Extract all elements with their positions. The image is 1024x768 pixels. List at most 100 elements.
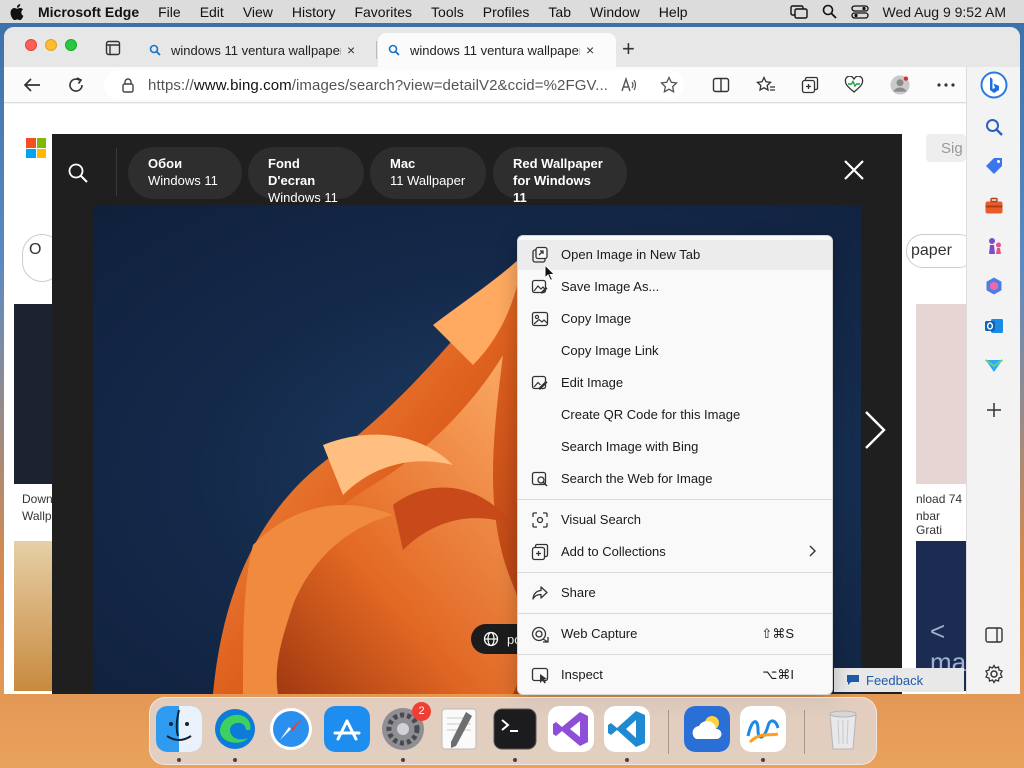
edit-image-icon	[531, 375, 548, 390]
menu-copy-image[interactable]: Copy Image	[518, 304, 832, 334]
lock-icon[interactable]	[122, 77, 134, 93]
add-sidebar-app-icon[interactable]	[984, 400, 1004, 420]
safari-icon[interactable]	[268, 706, 314, 752]
sign-in-button[interactable]: Sig	[926, 134, 966, 162]
feedback-button[interactable]: Feedback	[834, 668, 964, 692]
window-zoom-button[interactable]	[65, 39, 77, 51]
read-aloud-icon	[621, 77, 637, 92]
window-close-button[interactable]	[25, 39, 37, 51]
collections-button[interactable]	[800, 75, 820, 95]
menu-app-name[interactable]: Microsoft Edge	[38, 4, 139, 20]
vscode-icon[interactable]	[604, 706, 650, 752]
favorites-button[interactable]	[756, 75, 776, 95]
menu-save-image-as[interactable]: Save Image As...	[518, 272, 832, 302]
result-caption[interactable]: nbar Grati	[916, 509, 966, 537]
tools-briefcase-icon[interactable]	[984, 196, 1004, 216]
search-icon[interactable]	[67, 162, 89, 184]
related-chip-1[interactable]: Обои Windows 11	[128, 147, 242, 199]
profile-button[interactable]	[890, 75, 910, 95]
menu-clock[interactable]: Wed Aug 9 9:52 AM	[883, 4, 1007, 20]
tab-2-active[interactable]: windows 11 ventura wallpaper ×	[378, 33, 616, 67]
menu-web-capture[interactable]: Web Capture ⇧⌘S	[518, 619, 832, 649]
spotlight-search-icon[interactable]	[822, 4, 837, 19]
refresh-button[interactable]	[66, 75, 86, 95]
menu-separator	[518, 654, 832, 655]
related-chip-2[interactable]: Fond D'ecran Windows 11	[248, 147, 364, 205]
menu-tools[interactable]: Tools	[431, 4, 464, 20]
menu-edit[interactable]: Edit	[200, 4, 224, 20]
tab-2-close-icon[interactable]: ×	[586, 42, 594, 58]
menu-visual-search[interactable]: Visual Search	[518, 505, 832, 535]
related-search-pill-right[interactable]: paper	[906, 234, 966, 268]
freeform-icon[interactable]	[740, 706, 786, 752]
result-caption[interactable]: Wallp	[22, 509, 52, 523]
related-chip-3[interactable]: Mac 11 Wallpaper	[370, 147, 486, 199]
search-sidebar-icon[interactable]	[984, 117, 1004, 137]
menu-window[interactable]: Window	[590, 4, 640, 20]
close-viewer-icon[interactable]	[842, 158, 866, 182]
bing-chat-icon[interactable]	[980, 71, 1008, 99]
trash-icon[interactable]	[820, 706, 866, 752]
menu-history[interactable]: History	[292, 4, 336, 20]
app-store-icon[interactable]	[324, 706, 370, 752]
next-image-chevron-icon[interactable]	[862, 410, 888, 450]
visual-studio-icon[interactable]	[548, 706, 594, 752]
address-bar[interactable]: https://www.bing.com/images/search?view=…	[104, 70, 684, 100]
textedit-icon[interactable]	[436, 706, 482, 752]
result-thumbnail[interactable]	[14, 541, 54, 691]
result-caption[interactable]: Down	[22, 492, 53, 506]
menu-open-image-new-tab[interactable]: Open Image in New Tab	[518, 240, 832, 270]
new-tab-button[interactable]: +	[622, 36, 635, 62]
tab-1[interactable]: windows 11 ventura wallpaper ×	[139, 33, 375, 67]
related-chip-4[interactable]: Red Wallpaper for Windows 11	[493, 147, 627, 205]
menu-copy-image-link[interactable]: Copy Image Link	[518, 336, 832, 366]
shopping-tag-icon[interactable]	[984, 156, 1004, 176]
menu-tab[interactable]: Tab	[548, 4, 571, 20]
games-chess-icon[interactable]	[984, 236, 1004, 256]
menu-inspect[interactable]: Inspect ⌥⌘I	[518, 660, 832, 690]
menu-file[interactable]: File	[158, 4, 181, 20]
url-text[interactable]: https://www.bing.com/images/search?view=…	[148, 77, 608, 94]
control-center-icon[interactable]	[850, 4, 869, 19]
browser-essentials-button[interactable]	[844, 75, 864, 95]
sidebar-settings-gear-icon[interactable]	[984, 664, 1004, 684]
apple-logo-icon[interactable]	[10, 3, 24, 20]
menu-profiles[interactable]: Profiles	[483, 4, 530, 20]
result-thumbnail[interactable]	[14, 304, 54, 484]
menu-share[interactable]: Share	[518, 578, 832, 608]
hide-sidebar-icon[interactable]	[984, 625, 1004, 645]
back-button[interactable]	[22, 75, 42, 95]
more-options-button[interactable]	[936, 75, 956, 95]
menu-help[interactable]: Help	[659, 4, 688, 20]
tab-actions-icon[interactable]	[105, 40, 121, 56]
refresh-icon	[69, 77, 83, 92]
split-screen-button[interactable]	[711, 75, 731, 95]
screen-mirroring-icon[interactable]	[789, 4, 808, 19]
menu-search-image-bing[interactable]: Search Image with Bing	[518, 432, 832, 462]
running-indicator	[177, 758, 181, 762]
menu-favorites[interactable]: Favorites	[354, 4, 412, 20]
menu-view[interactable]: View	[243, 4, 273, 20]
menu-bar: Microsoft Edge File Edit View History Fa…	[0, 0, 1024, 23]
toolbar: https://www.bing.com/images/search?view=…	[4, 67, 1020, 103]
menu-search-web-for-image[interactable]: Search the Web for Image	[518, 464, 832, 494]
terminal-icon[interactable]	[492, 706, 538, 752]
add-favorite-button[interactable]	[659, 75, 679, 95]
microsoft-logo[interactable]	[26, 138, 46, 158]
result-caption[interactable]: nload 74	[916, 492, 962, 506]
tab-1-close-icon[interactable]: ×	[347, 42, 355, 58]
drop-send-icon[interactable]	[984, 356, 1004, 376]
window-minimize-button[interactable]	[45, 39, 57, 51]
menu-edit-image[interactable]: Edit Image	[518, 368, 832, 398]
weather-icon[interactable]	[684, 706, 730, 752]
read-aloud-button[interactable]	[619, 75, 639, 95]
finder-icon[interactable]	[156, 706, 202, 752]
browser-window: windows 11 ventura wallpaper × windows 1…	[4, 27, 1020, 694]
tab-separator	[376, 41, 377, 59]
result-thumbnail[interactable]	[916, 304, 966, 484]
edge-browser-icon[interactable]	[212, 706, 258, 752]
microsoft-365-icon[interactable]	[984, 276, 1004, 296]
menu-create-qr-code[interactable]: Create QR Code for this Image	[518, 400, 832, 430]
menu-add-to-collections[interactable]: Add to Collections	[518, 537, 832, 567]
outlook-icon[interactable]	[984, 316, 1004, 336]
